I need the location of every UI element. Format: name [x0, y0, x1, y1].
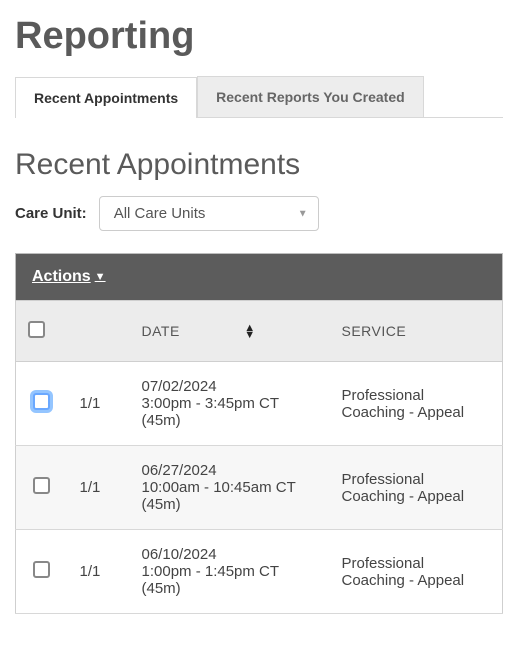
row-count: 1/1 [68, 446, 130, 530]
filter-row: Care Unit: All Care Units ▼ [15, 196, 503, 231]
table-row: 1/1 06/27/2024 10:00am - 10:45am CT (45m… [16, 446, 503, 530]
section-title: Recent Appointments [15, 148, 503, 182]
row-count: 1/1 [68, 530, 130, 614]
column-header-date-label: DATE [142, 323, 180, 339]
tab-recent-reports[interactable]: Recent Reports You Created [197, 76, 424, 117]
row-service: Professional Coaching - Appeal [330, 362, 503, 446]
tab-recent-appointments[interactable]: Recent Appointments [15, 77, 197, 118]
tabs: Recent Appointments Recent Reports You C… [15, 76, 503, 118]
select-all-checkbox[interactable] [28, 321, 45, 338]
care-unit-select[interactable]: All Care Units ▼ [99, 196, 319, 231]
filter-label: Care Unit: [15, 205, 87, 222]
column-header-service[interactable]: SERVICE [330, 301, 503, 362]
appointments-table: DATE ▲▼ SERVICE 1/1 07/02/2024 3:00pm - … [15, 300, 503, 614]
row-service: Professional Coaching - Appeal [330, 530, 503, 614]
row-checkbox[interactable] [33, 477, 50, 494]
sort-icon: ▲▼ [244, 325, 255, 339]
column-header-date[interactable]: DATE ▲▼ [130, 301, 330, 362]
row-service: Professional Coaching - Appeal [330, 446, 503, 530]
column-header-checkbox [16, 301, 68, 362]
chevron-down-icon: ▼ [95, 271, 106, 283]
care-unit-selected: All Care Units [114, 205, 206, 222]
column-header-service-label: SERVICE [342, 323, 407, 339]
column-header-count [68, 301, 130, 362]
row-date: 06/10/2024 1:00pm - 1:45pm CT (45m) [130, 530, 330, 614]
row-checkbox[interactable] [33, 393, 50, 410]
table-row: 1/1 06/10/2024 1:00pm - 1:45pm CT (45m) … [16, 530, 503, 614]
row-checkbox[interactable] [33, 561, 50, 578]
actions-label: Actions [32, 268, 91, 286]
row-date: 06/27/2024 10:00am - 10:45am CT (45m) [130, 446, 330, 530]
chevron-down-icon: ▼ [298, 208, 308, 219]
actions-bar: Actions ▼ [15, 253, 503, 300]
table-row: 1/1 07/02/2024 3:00pm - 3:45pm CT (45m) … [16, 362, 503, 446]
row-count: 1/1 [68, 362, 130, 446]
page-title: Reporting [15, 15, 503, 58]
actions-dropdown[interactable]: Actions ▼ [32, 268, 106, 286]
row-date: 07/02/2024 3:00pm - 3:45pm CT (45m) [130, 362, 330, 446]
